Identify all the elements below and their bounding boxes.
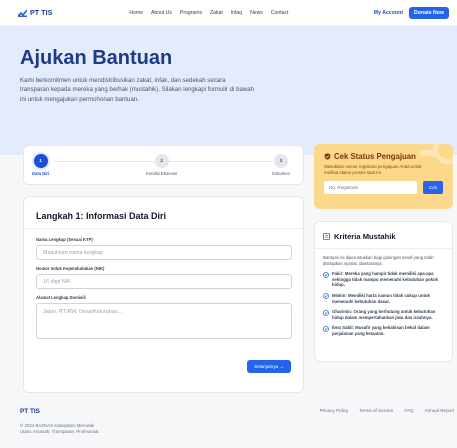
nav-zakat[interactable]: Zakat	[210, 10, 223, 16]
status-title: Cek Status Pengajuan	[334, 152, 416, 161]
address-label: Alamat Lengkap Domisili	[36, 295, 86, 300]
donate-now-button[interactable]: Donate Now	[409, 6, 449, 19]
step-dokumen[interactable]: 3 Dokumen	[272, 154, 290, 176]
nav-home[interactable]: Home	[129, 10, 143, 16]
page-title: Ajukan Bantuan	[20, 47, 173, 69]
criteria-text: Ibnu Sabil: Musafir yang kehabisan bekal…	[332, 325, 430, 336]
status-heading: Cek Status Pengajuan	[324, 152, 443, 161]
shield-check-icon	[324, 153, 331, 160]
form-title: Langkah 1: Informasi Data Diri	[36, 211, 167, 221]
personal-info-form: Langkah 1: Informasi Data Diri Nama Leng…	[23, 196, 304, 393]
next-button[interactable]: Selanjutnya →	[247, 360, 291, 373]
brand-logo[interactable]: PT TIS	[18, 8, 52, 17]
criteria-item: Gharimin: Orang yang berhutang untuk keb…	[323, 309, 444, 320]
criteria-text: Gharimin: Orang yang berhutang untuk keb…	[332, 309, 436, 320]
top-navbar: PT TIS Home About Us Programs Zakat Infa…	[0, 0, 457, 26]
status-form: No. Registrasi Cek	[324, 181, 443, 195]
criteria-text: Fakir: Mereka yang hampir tidak memiliki…	[332, 271, 439, 288]
logo-icon	[18, 9, 27, 17]
nav-news[interactable]: News	[250, 10, 263, 16]
divider	[315, 248, 452, 249]
criteria-intro: Bantuan ini diperuntukkan bagi golongan …	[323, 255, 434, 266]
criteria-item: Miskin: Memiliki harta namun tidak cukup…	[323, 293, 444, 304]
nik-label: Nomor Induk Kependudukan (NIK)	[36, 266, 105, 271]
form-stepper: 1 Data Diri 2 Kondisi Ekonomi 3 Dokumen	[23, 145, 304, 185]
criteria-text: Miskin: Memiliki harta namun tidak cukup…	[332, 292, 430, 304]
footer: PT TIS © 2024 BAZNAS Kabupaten Merowali …	[0, 402, 457, 448]
full-name-label: Nama Lengkap (Sesuai KTP)	[36, 237, 93, 242]
step-label: Dokumen	[272, 171, 290, 176]
address-textarea[interactable]: Jalan, RT/RW, Desa/Kelurahan...	[36, 303, 292, 339]
step-label: Kondisi Ekonomi	[146, 171, 178, 176]
step-kondisi-ekonomi[interactable]: 2 Kondisi Ekonomi	[146, 154, 177, 176]
check-circle-icon	[323, 325, 329, 332]
step-number: 3	[273, 154, 288, 168]
hero-section: Ajukan Bantuan Kami berkomitmen untuk me…	[0, 26, 457, 155]
step-number: 2	[154, 154, 169, 168]
check-circle-icon	[323, 293, 329, 300]
full-name-input[interactable]: Masukkan nama lengkap	[36, 245, 292, 260]
privacy-policy-link[interactable]: Privacy Policy	[320, 408, 349, 413]
registration-number-input[interactable]: No. Registrasi	[324, 181, 417, 195]
terms-of-service-link[interactable]: Terms of Service	[359, 408, 393, 413]
nav-actions: My Account Donate Now	[374, 6, 449, 19]
footer-links: Privacy Policy Terms of Service FAQ Annu…	[320, 408, 454, 413]
criteria-item: Fakir: Mereka yang hampir tidak memiliki…	[323, 271, 444, 288]
page: PT TIS Home About Us Programs Zakat Infa…	[0, 0, 457, 448]
annual-report-link[interactable]: Annual Report	[425, 408, 454, 413]
my-account-link[interactable]: My Account	[374, 10, 403, 16]
check-circle-icon	[323, 309, 329, 316]
nav-about-us[interactable]: About Us	[151, 10, 172, 16]
nik-input[interactable]: 16 digit NIK	[36, 274, 292, 289]
faq-link[interactable]: FAQ	[404, 408, 413, 413]
step-data-diri[interactable]: 1 Data Diri	[32, 154, 49, 176]
nav-programs[interactable]: Programs	[180, 10, 202, 16]
step-number: 1	[33, 154, 48, 168]
criteria-heading: Kriteria Mustahik	[323, 232, 444, 241]
footer-copyright: © 2024 BAZNAS Kabupaten Merowali Utara. …	[20, 423, 457, 435]
nav-infaq[interactable]: Infaq	[231, 10, 242, 16]
divider	[24, 228, 303, 229]
criteria-item: Ibnu Sabil: Musafir yang kehabisan bekal…	[323, 325, 444, 336]
status-description: Masukkan nomor registrasi pengajuan Anda…	[324, 164, 422, 175]
copyright-line: Utara. Amanah, Transparan, Profesional.	[20, 429, 100, 434]
main-menu: Home About Us Programs Zakat Infaq News …	[129, 10, 288, 16]
list-icon	[323, 233, 330, 240]
nav-contact[interactable]: Contact	[271, 10, 289, 16]
criteria-card: Kriteria Mustahik Bantuan ini diperuntuk…	[314, 221, 453, 362]
hero-description: Kami berkomitmen untuk mendistribusikan …	[20, 77, 255, 103]
brand-name: PT TIS	[30, 8, 53, 17]
check-status-card: Cek Status Pengajuan Masukkan nomor regi…	[314, 144, 453, 209]
check-circle-icon	[323, 271, 329, 278]
check-status-button[interactable]: Cek	[423, 181, 443, 195]
step-label: Data Diri	[32, 171, 50, 176]
criteria-title: Kriteria Mustahik	[334, 232, 396, 241]
